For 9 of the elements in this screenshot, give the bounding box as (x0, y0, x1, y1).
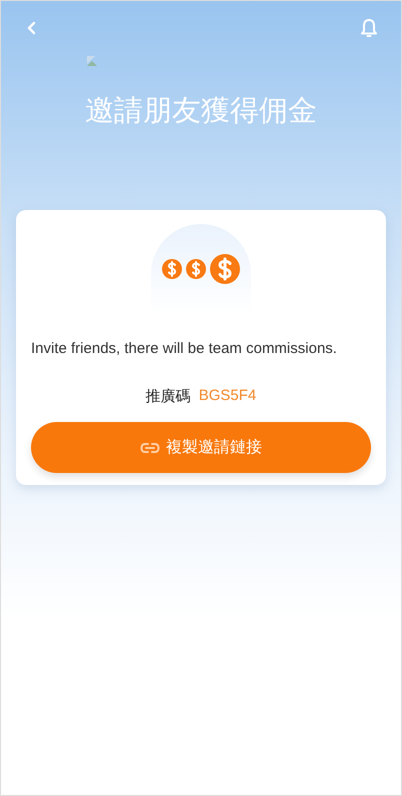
referral-code: BGS5F4 (198, 387, 256, 406)
copy-link-button[interactable]: 複製邀請鏈接 (31, 422, 371, 473)
code-label: 推廣碼 (146, 387, 191, 406)
page-title: 邀請朋友獲得佣金 (84, 94, 318, 129)
bell-icon[interactable] (358, 16, 380, 40)
coins-icon (162, 253, 240, 285)
broken-image-icon (86, 55, 98, 67)
link-icon (140, 442, 160, 454)
invite-message: Invite friends, there will be team commissions. (31, 340, 338, 357)
